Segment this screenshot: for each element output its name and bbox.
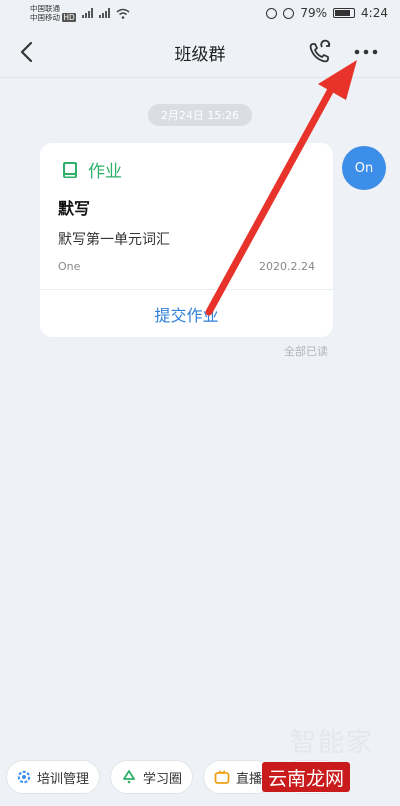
card-type-label: 作业 [88,162,122,182]
more-options-button[interactable] [350,38,382,66]
homework-sender: One [58,260,81,273]
carrier-2: 中国移动 HD [30,13,76,22]
alarm-icon [283,7,295,19]
vibrate-icon [266,7,278,19]
battery-icon [333,8,356,18]
battery-percent: 79% [300,6,328,20]
tv-icon [214,770,230,784]
avatar[interactable]: On [342,146,386,190]
homework-date: 2020.2.24 [259,260,315,273]
status-right: 79% 4:24 [266,6,388,20]
voice-call-button[interactable] [306,38,334,66]
read-status: 全部已读 [284,345,328,358]
watermark-faint: 智能家 [290,728,375,758]
submit-homework-button[interactable]: 提交作业 [40,290,333,337]
chip-training-management[interactable]: 培训管理 [6,760,101,794]
homework-description: 默写第一单元词汇 [58,232,170,248]
homework-title: 默写 [58,199,91,218]
phone-refresh-icon [309,39,331,63]
back-button[interactable] [14,38,42,66]
more-dots-icon [354,49,378,55]
carrier-1: 中国联通 [30,4,60,13]
wifi-icon [116,8,130,19]
chip-learning-circle[interactable]: 学习圈 [110,760,194,794]
clock: 4:24 [361,6,388,20]
chip-label: 培训管理 [37,771,90,787]
chat-header: 班级群 [0,26,400,78]
chip-label: 直播 [236,771,263,787]
status-left: 中国联通 中国移动 HD [30,4,130,22]
signal-icon-2 [98,8,110,18]
chevron-left-icon [20,41,33,63]
card-header: 作业 [60,157,122,182]
gear-icon [17,770,31,784]
carrier-names: 中国联通 中国移动 HD [30,4,76,22]
message-timestamp: 2月24日 15:26 [148,104,252,126]
recycle-icon [123,770,135,784]
hd-badge: HD [62,13,76,22]
book-icon [63,161,77,178]
status-bar: 中国联通 中国移动 HD 79% 4:24 [0,0,400,26]
page-title: 班级群 [174,45,226,65]
chip-label: 学习圈 [143,771,183,787]
homework-card[interactable]: 作业 默写 默写第一单元词汇 One 2020.2.24 提交作业 [40,143,333,337]
watermark-logo: 云南龙网 [262,762,351,792]
signal-icon [81,8,93,18]
